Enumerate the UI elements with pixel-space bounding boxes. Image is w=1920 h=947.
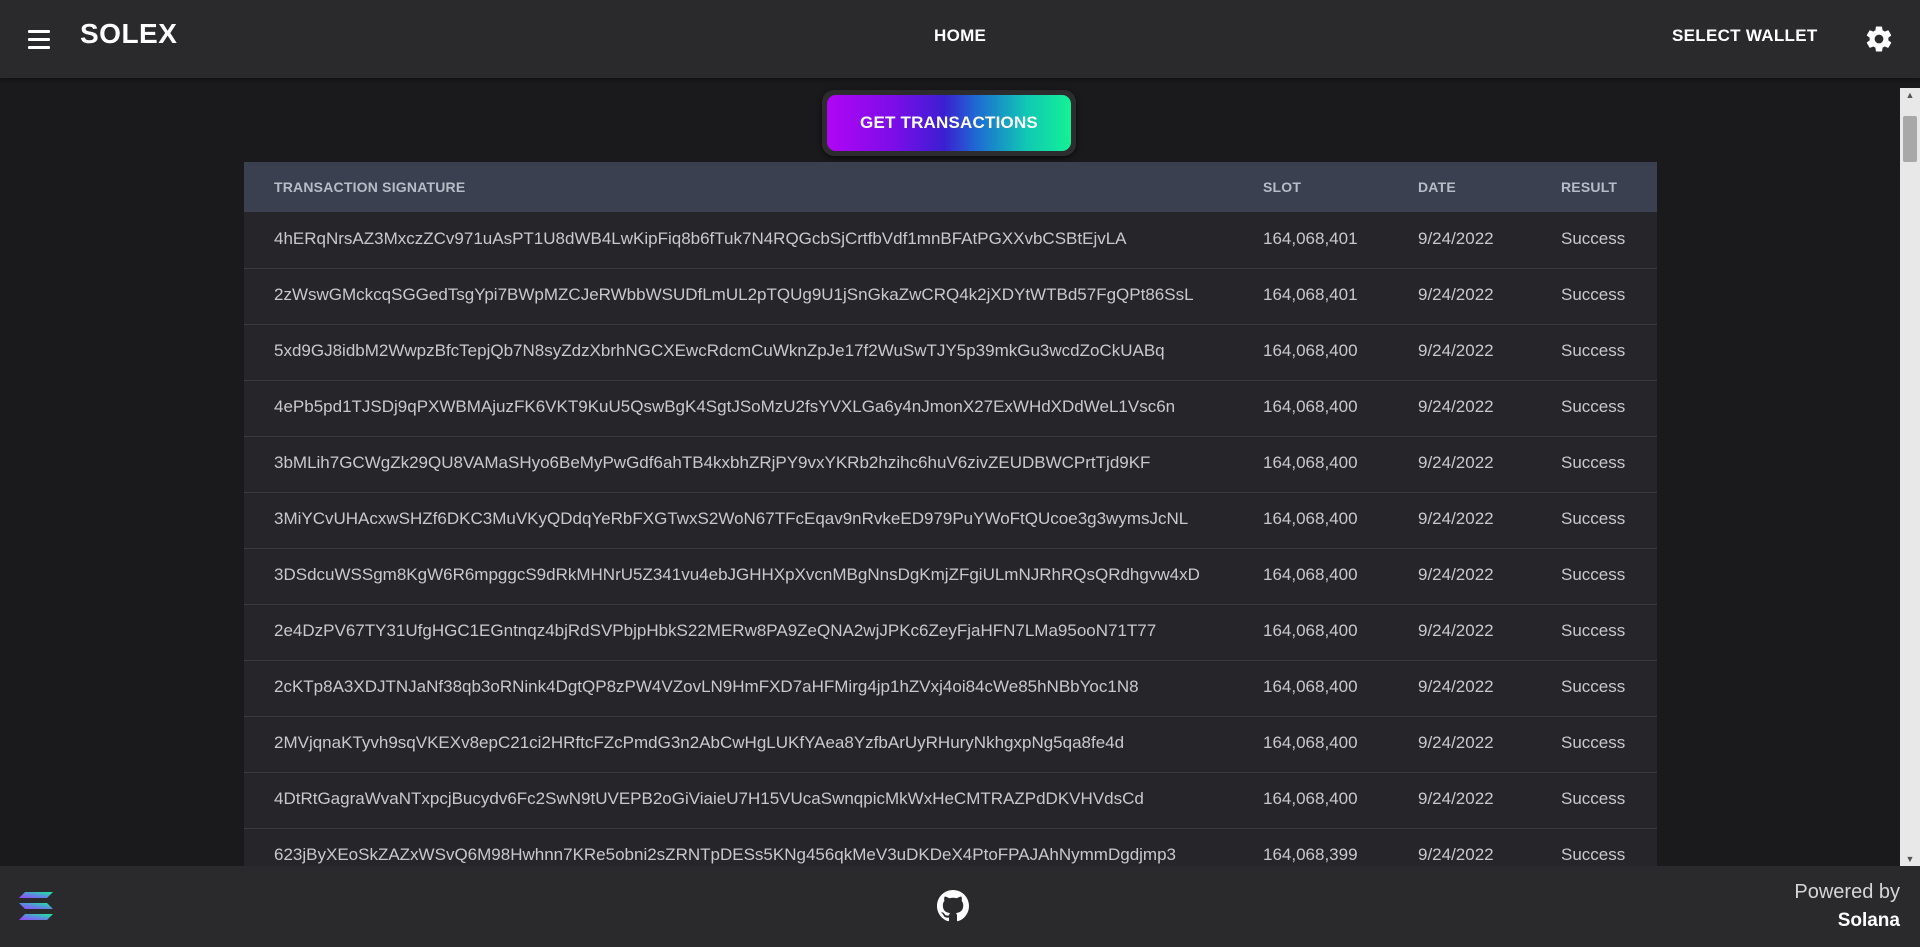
slot-cell: 164,068,400 <box>1263 621 1358 640</box>
main-content: GET TRANSACTIONS TRANSACTION SIGNATURE S… <box>0 78 1900 866</box>
footer: Powered by Solana <box>0 866 1920 947</box>
result-cell: Success <box>1561 565 1626 584</box>
table-row[interactable]: 2e4DzPV67TY31UfgHGC1EGntnqz4bjRdSVPbjpHb… <box>244 604 1657 661</box>
slot-cell: 164,068,400 <box>1263 565 1358 584</box>
transaction-signature-cell: 2e4DzPV67TY31UfgHGC1EGntnqz4bjRdSVPbjpHb… <box>274 621 1157 640</box>
page-scrollbar[interactable]: ▲ ▼ <box>1900 88 1920 866</box>
brand-title: SOLEX <box>80 18 178 49</box>
powered-by-credit: Powered by Solana <box>1794 881 1900 932</box>
github-icon[interactable] <box>937 890 969 922</box>
result-cell: Success <box>1561 285 1626 304</box>
column-header-result: RESULT <box>1561 179 1618 195</box>
slot-cell: 164,068,400 <box>1263 509 1358 528</box>
transaction-signature-cell: 4hERqNrsAZ3MxczZCv971uAsPT1U8dWB4LwKipFi… <box>274 229 1127 248</box>
result-cell: Success <box>1561 397 1626 416</box>
slot-cell: 164,068,400 <box>1263 397 1358 416</box>
powered-by-name: Solana <box>1837 910 1900 931</box>
result-cell: Success <box>1561 845 1626 864</box>
slot-cell: 164,068,400 <box>1263 341 1358 360</box>
date-cell: 9/24/2022 <box>1418 789 1494 808</box>
column-header-date: DATE <box>1418 179 1456 195</box>
table-header: TRANSACTION SIGNATURE SLOT DATE RESULT <box>244 162 1657 212</box>
date-cell: 9/24/2022 <box>1418 621 1494 640</box>
scrollbar-thumb[interactable] <box>1903 116 1917 162</box>
column-header-slot: SLOT <box>1263 179 1302 195</box>
transaction-signature-cell: 623jByXEoSkZAZxWSvQ6M98Hwhnn7KRe5obni2sZ… <box>274 845 1177 864</box>
top-app-bar: SOLEX HOME SELECT WALLET <box>0 0 1920 78</box>
slot-cell: 164,068,400 <box>1263 789 1358 808</box>
date-cell: 9/24/2022 <box>1418 397 1494 416</box>
nav-home-link[interactable]: HOME <box>934 26 986 46</box>
transaction-signature-cell: 4ePb5pd1TJSDj9qPXWBMAjuzFK6VKT9KuU5QswBg… <box>274 397 1176 416</box>
scroll-up-arrow-icon[interactable]: ▲ <box>1900 88 1920 102</box>
transaction-signature-cell: 5xd9GJ8idbM2WwpzBfcTepjQb7N8syZdzXbrhNGC… <box>274 341 1165 360</box>
date-cell: 9/24/2022 <box>1418 453 1494 472</box>
result-cell: Success <box>1561 677 1626 696</box>
column-header-signature: TRANSACTION SIGNATURE <box>274 179 466 195</box>
select-wallet-button[interactable]: SELECT WALLET <box>1672 26 1818 46</box>
hamburger-menu-icon[interactable] <box>22 22 56 56</box>
slot-cell: 164,068,399 <box>1263 845 1358 864</box>
result-cell: Success <box>1561 789 1626 808</box>
date-cell: 9/24/2022 <box>1418 509 1494 528</box>
get-transactions-button[interactable]: GET TRANSACTIONS <box>827 95 1071 151</box>
transaction-signature-cell: 3DSdcuWSSgm8KgW6R6mpggcS9dRkMHNrU5Z341vu… <box>274 565 1200 584</box>
slot-cell: 164,068,401 <box>1263 229 1358 248</box>
date-cell: 9/24/2022 <box>1418 285 1494 304</box>
table-row[interactable]: 3MiYCvUHAcxwSHZf6DKC3MuVKyQDdqYeRbFXGTwx… <box>244 492 1657 549</box>
slot-cell: 164,068,400 <box>1263 733 1358 752</box>
solana-logo-icon <box>19 892 53 920</box>
table-row[interactable]: 5xd9GJ8idbM2WwpzBfcTepjQb7N8syZdzXbrhNGC… <box>244 324 1657 381</box>
table-row[interactable]: 3DSdcuWSSgm8KgW6R6mpggcS9dRkMHNrU5Z341vu… <box>244 548 1657 605</box>
result-cell: Success <box>1561 733 1626 752</box>
date-cell: 9/24/2022 <box>1418 845 1494 864</box>
transactions-table: TRANSACTION SIGNATURE SLOT DATE RESULT 4… <box>244 162 1657 866</box>
result-cell: Success <box>1561 453 1626 472</box>
transaction-signature-cell: 3bMLih7GCWgZk29QU8VAMaSHyo6BeMyPwGdf6ahT… <box>274 453 1151 472</box>
date-cell: 9/24/2022 <box>1418 565 1494 584</box>
table-row[interactable]: 2zWswGMckcqSGGedTsgYpi7BWpMZCJeRWbbWSUDf… <box>244 268 1657 325</box>
gear-icon[interactable] <box>1864 24 1894 54</box>
transaction-signature-cell: 2zWswGMckcqSGGedTsgYpi7BWpMZCJeRWbbWSUDf… <box>274 285 1194 304</box>
table-row[interactable]: 4ePb5pd1TJSDj9qPXWBMAjuzFK6VKT9KuU5QswBg… <box>244 380 1657 437</box>
app-root: SOLEX HOME SELECT WALLET GET TRANSACTION… <box>0 0 1920 947</box>
table-row[interactable]: 3bMLih7GCWgZk29QU8VAMaSHyo6BeMyPwGdf6ahT… <box>244 436 1657 493</box>
table-row[interactable]: 623jByXEoSkZAZxWSvQ6M98Hwhnn7KRe5obni2sZ… <box>244 828 1657 866</box>
table-row[interactable]: 4DtRtGagraWvaNTxpcjBucydv6Fc2SwN9tUVEPB2… <box>244 772 1657 829</box>
date-cell: 9/24/2022 <box>1418 341 1494 360</box>
scroll-down-arrow-icon[interactable]: ▼ <box>1900 852 1920 866</box>
result-cell: Success <box>1561 229 1626 248</box>
transaction-signature-cell: 2cKTp8A3XDJTNJaNf38qb3oRNink4DgtQP8zPW4V… <box>274 677 1139 696</box>
result-cell: Success <box>1561 621 1626 640</box>
result-cell: Success <box>1561 341 1626 360</box>
transaction-signature-cell: 3MiYCvUHAcxwSHZf6DKC3MuVKyQDdqYeRbFXGTwx… <box>274 509 1189 528</box>
powered-by-label: Powered by <box>1794 881 1900 903</box>
table-row[interactable]: 2MVjqnaKTyvh9sqVKEXv8epC21ci2HRftcFZcPmd… <box>244 716 1657 773</box>
date-cell: 9/24/2022 <box>1418 733 1494 752</box>
table-row[interactable]: 4hERqNrsAZ3MxczZCv971uAsPT1U8dWB4LwKipFi… <box>244 212 1657 269</box>
slot-cell: 164,068,401 <box>1263 285 1358 304</box>
get-transactions-frame: GET TRANSACTIONS <box>822 90 1076 156</box>
slot-cell: 164,068,400 <box>1263 677 1358 696</box>
transaction-signature-cell: 4DtRtGagraWvaNTxpcjBucydv6Fc2SwN9tUVEPB2… <box>274 789 1144 808</box>
date-cell: 9/24/2022 <box>1418 229 1494 248</box>
table-row[interactable]: 2cKTp8A3XDJTNJaNf38qb3oRNink4DgtQP8zPW4V… <box>244 660 1657 717</box>
slot-cell: 164,068,400 <box>1263 453 1358 472</box>
result-cell: Success <box>1561 509 1626 528</box>
transaction-signature-cell: 2MVjqnaKTyvh9sqVKEXv8epC21ci2HRftcFZcPmd… <box>274 733 1125 752</box>
date-cell: 9/24/2022 <box>1418 677 1494 696</box>
